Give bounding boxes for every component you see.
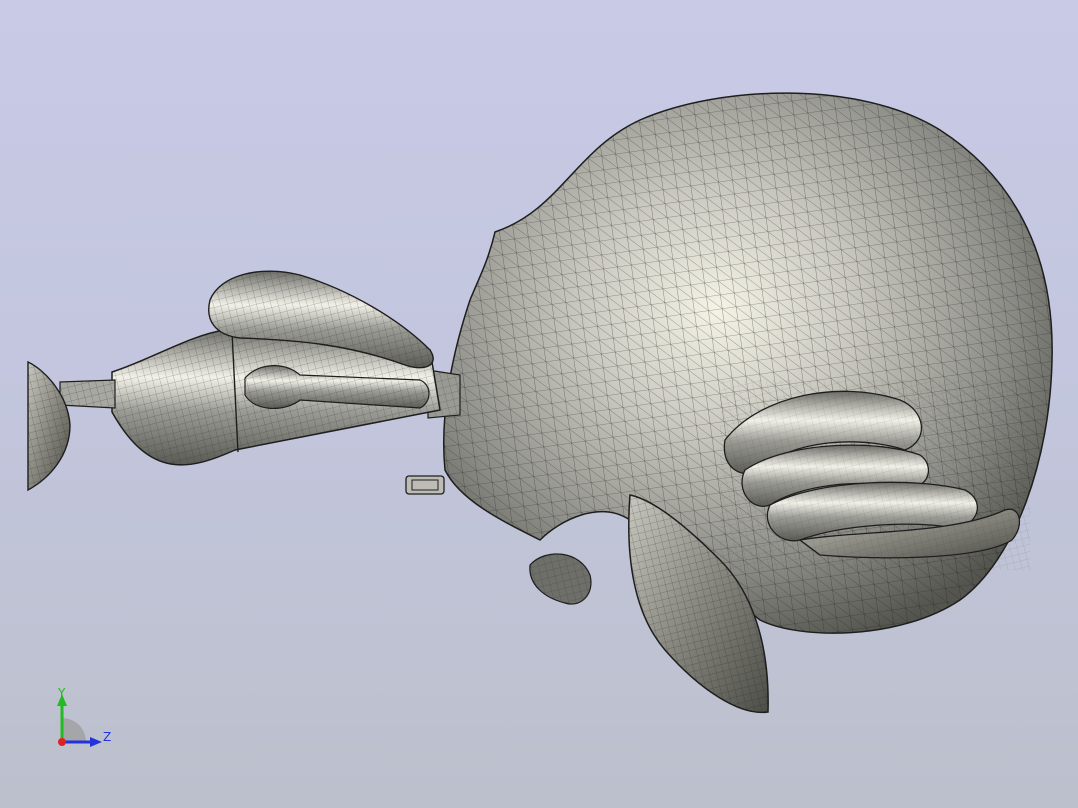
y-axis-label: Y (58, 686, 66, 700)
z-axis-label: Z (103, 730, 112, 744)
x-axis-dot (58, 738, 66, 746)
stem (59, 379, 116, 409)
coordinate-triad: Y Z (40, 680, 130, 760)
graphics-viewport[interactable]: Y Z (0, 0, 1078, 808)
mesh-model[interactable] (0, 0, 1078, 808)
side-tab (405, 475, 445, 495)
ear-coils (720, 380, 1030, 570)
triad-axes (57, 694, 102, 747)
end-cap (27, 360, 71, 492)
chin-nub (529, 553, 592, 605)
